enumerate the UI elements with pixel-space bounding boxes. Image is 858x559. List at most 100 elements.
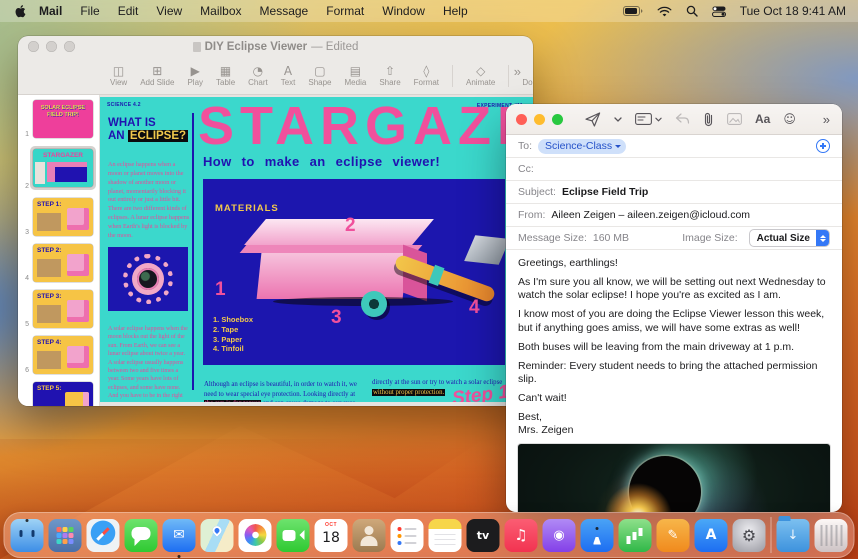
dock-item-facetime[interactable] <box>276 518 310 552</box>
subject-field[interactable]: Subject: Eclipse Field Trip <box>506 181 842 204</box>
menu-item[interactable]: Message <box>260 4 309 18</box>
attach-icon[interactable] <box>703 112 714 127</box>
slide-canvas[interactable]: SCIENCE 4.2 EXPERIMENT #11 WHAT IS AN EC… <box>100 95 533 406</box>
dock-item-calendar[interactable]: OCT 18 <box>314 518 348 552</box>
dock-item-numbers[interactable] <box>618 518 652 552</box>
Text[interactable]: A Text <box>281 65 296 87</box>
format-icon[interactable]: Aa <box>755 112 770 126</box>
Animate[interactable]: ◇ Animate <box>452 64 496 87</box>
send-chevron-icon[interactable] <box>614 116 622 122</box>
slide-thumbnail-row: 7 STEP 5: <box>20 382 99 406</box>
slide-thumbnail[interactable]: STEP 5: <box>33 382 93 406</box>
minimize-button[interactable] <box>534 113 545 125</box>
menu-clock[interactable]: Tue Oct 18 9:41 AM <box>740 4 846 18</box>
document-icon <box>192 41 201 52</box>
dock-item-contacts[interactable] <box>352 518 386 552</box>
toolbar-label: Animate <box>466 77 496 87</box>
dock-item-finder[interactable] <box>10 518 44 552</box>
cc-field[interactable]: Cc: <box>506 158 842 181</box>
dock-item-messages[interactable] <box>124 518 158 552</box>
dock-item-launchpad[interactable] <box>48 518 82 552</box>
body-paragraph: Reminder: Every student needs to bring t… <box>518 359 818 385</box>
slide-thumbnail[interactable]: SOLAR ECLIPSE FIELD TRIP! <box>33 100 93 138</box>
toolbar-icon: ◊ <box>423 63 430 78</box>
emoji-icon[interactable]: ☺ <box>783 112 796 126</box>
Format[interactable]: ◊ Format <box>414 65 439 87</box>
image-size-select[interactable]: Actual Size <box>748 229 830 247</box>
Shape[interactable]: ▢ Shape <box>308 65 331 87</box>
Share[interactable]: ⇧ Share <box>379 65 400 87</box>
toolbar-label: Table <box>216 77 236 87</box>
wifi-icon[interactable] <box>657 6 672 17</box>
dock-item-reminders[interactable] <box>390 518 424 552</box>
Play[interactable]: ▶ Play <box>187 65 203 87</box>
dock-item-keynote[interactable] <box>580 518 614 552</box>
Media[interactable]: ▤ Media <box>345 65 367 87</box>
dock-divider[interactable] <box>770 517 772 553</box>
materials-title: MATERIALS <box>215 203 279 214</box>
mail-toolbar[interactable]: Aa ☺ » <box>506 104 842 135</box>
dock-item-downloads[interactable]: ↓ <box>776 515 810 552</box>
shoebox-lid-edge <box>239 245 423 253</box>
toolbar-icon: ⇧ <box>384 63 396 78</box>
battery-icon[interactable] <box>622 6 643 16</box>
window-title: DIY Eclipse Viewer — Edited <box>18 41 533 53</box>
header-fields-icon[interactable] <box>635 113 662 125</box>
slide-thumbnail[interactable]: STEP 4: <box>33 336 93 374</box>
recipient-token[interactable]: Science-Class <box>538 138 627 154</box>
control-center-icon[interactable] <box>711 6 726 17</box>
eclipse-photo-attachment[interactable] <box>518 444 830 512</box>
dock-item-system-settings[interactable]: ⚙ <box>732 518 766 552</box>
dock-item-notes[interactable] <box>428 518 462 552</box>
slide-thumbnail[interactable]: STEP 3: <box>33 290 93 328</box>
shoebox-illustration <box>256 253 408 299</box>
dock-item-pages[interactable]: ✎ <box>656 518 690 552</box>
search-icon[interactable] <box>686 5 698 17</box>
send-icon[interactable] <box>585 111 601 127</box>
slide-thumbnail-row: 4 STEP 2: <box>20 244 99 282</box>
close-button[interactable] <box>516 113 527 125</box>
toolbar-label: Play <box>187 77 204 87</box>
slide-navigator[interactable]: 1 SOLAR ECLIPSE FIELD TRIP! 2 STARGAZER <box>18 95 100 406</box>
menu-item[interactable]: View <box>156 4 182 18</box>
menu-item[interactable]: Edit <box>118 4 139 18</box>
dock-item-mail[interactable]: ✉ <box>162 518 196 558</box>
dock-item-safari[interactable] <box>86 518 120 552</box>
slide-thumbnail[interactable]: STARGAZER <box>33 149 93 187</box>
tinfoil-illustration <box>464 235 510 265</box>
dock-item-music[interactable]: ♫ <box>504 518 538 552</box>
View[interactable]: ◫ View <box>110 65 127 87</box>
dock-item-photos[interactable] <box>238 518 272 552</box>
dock-item-app-store[interactable]: A <box>694 518 728 552</box>
menu-item[interactable]: File <box>80 4 99 18</box>
message-body[interactable]: Greetings, earthlings! As I'm sure you al… <box>506 250 842 512</box>
Table[interactable]: ▦ Table <box>216 65 235 87</box>
toolbar-label: Format <box>413 77 440 87</box>
dock-item-podcasts[interactable]: ◉ <box>542 518 576 552</box>
slide-thumbnail[interactable]: STEP 2: <box>33 244 93 282</box>
slide-thumbnail[interactable]: STEP 1: <box>33 198 93 236</box>
toolbar-icon: ◔ <box>252 63 264 78</box>
body-paragraph: Best, <box>518 411 542 424</box>
toolbar-overflow-button[interactable]: » <box>514 64 533 79</box>
dock-item-apple-tv[interactable]: tv <box>466 518 500 552</box>
menu-item[interactable]: Format <box>326 4 364 18</box>
menu-item[interactable]: Help <box>443 4 468 18</box>
dock-item-maps[interactable] <box>200 518 234 552</box>
add-recipient-icon[interactable] <box>816 139 830 153</box>
more-icon[interactable]: » <box>823 112 830 127</box>
from-field[interactable]: From: Aileen Zeigen – aileen.zeigen@iclo… <box>506 204 842 227</box>
menu-item[interactable]: Mail <box>39 4 62 18</box>
Add Slide[interactable]: ⊞ Add Slide <box>140 65 174 87</box>
menu-item[interactable]: Mailbox <box>200 4 241 18</box>
keynote-titlebar[interactable]: DIY Eclipse Viewer — Edited <box>18 36 533 57</box>
toolbar-icon: ▤ <box>349 63 362 78</box>
menu-item[interactable]: Window <box>382 4 425 18</box>
apple-menu-icon[interactable] <box>14 4 27 18</box>
Chart[interactable]: ◔ Chart <box>248 65 268 87</box>
sun-illustration <box>108 247 188 311</box>
zoom-button[interactable] <box>552 113 563 125</box>
dock-item-trash[interactable] <box>814 518 848 552</box>
to-field[interactable]: To: Science-Class <box>506 135 842 158</box>
toolbar-icon: ▦ <box>219 63 232 78</box>
